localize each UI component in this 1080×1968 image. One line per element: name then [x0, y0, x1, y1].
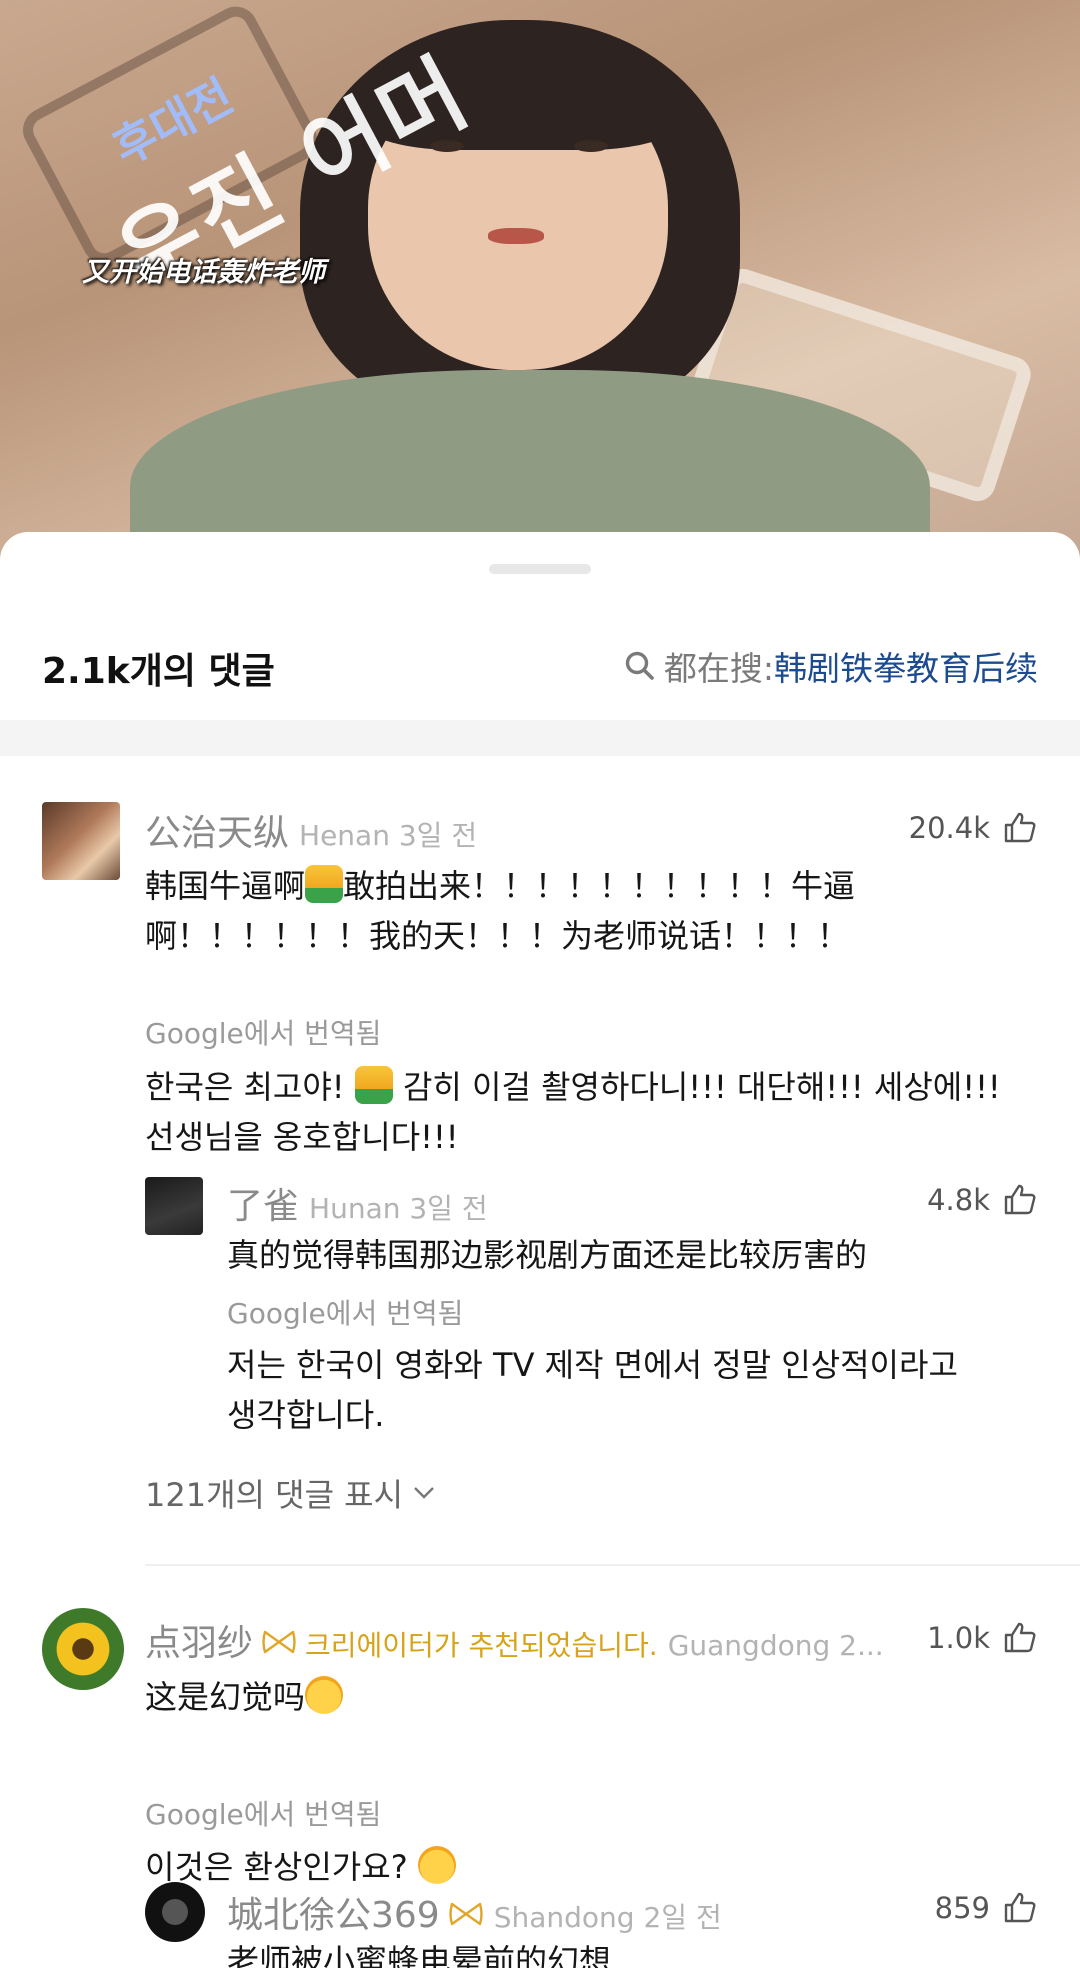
- reply-translated-label: Google에서 번역됨: [227, 1297, 464, 1330]
- comment-text-content: 这是幻觉吗: [145, 1678, 306, 1716]
- translated-label: Google에서 번역됨: [145, 1798, 382, 1831]
- comment-text: 韩国牛逼啊 敢拍出来！！！！！！！！！！牛逼 啊！！！！！！我的天！！！为老师说话…: [145, 861, 1025, 961]
- thumb-up-outline-icon: [1004, 1184, 1036, 1215]
- comment-text-part1: 韩国牛逼啊: [145, 867, 306, 905]
- show-replies-button[interactable]: 121개의 댓글 표시: [145, 1470, 435, 1516]
- drag-handle[interactable]: [489, 564, 591, 574]
- reply-like-button[interactable]: 859: [935, 1890, 1038, 1926]
- comment-header: 2.1k개의 댓글 都在搜: 韩剧铁拳教育后续: [0, 612, 1080, 722]
- reply-meta: 了雀 Hunan 3일 전: [227, 1177, 488, 1229]
- video-player[interactable]: 후대전 우진 어머 又开始电话轰炸老师: [0, 0, 1080, 560]
- reply-translation-line2: 생각합니다.: [227, 1396, 385, 1434]
- reply-username[interactable]: 了雀: [227, 1177, 299, 1229]
- username[interactable]: 公治天纵: [145, 804, 289, 856]
- reply-avatar[interactable]: [145, 1882, 205, 1942]
- comment-sheet: 2.1k개의 댓글 都在搜: 韩剧铁拳教育后续 公治天纵 Henan 3일 전 …: [0, 532, 1080, 1968]
- show-replies-label: 121개의 댓글 표시: [145, 1476, 404, 1514]
- thumb-up-outline-icon: [1004, 812, 1036, 843]
- username[interactable]: 点羽纱: [145, 1614, 253, 1666]
- comment-translation: 이것은 환상인가요?: [145, 1842, 1025, 1892]
- header-divider: [0, 720, 1080, 756]
- like-button[interactable]: 20.4k: [909, 810, 1038, 846]
- location-time: Guangdong 2...: [667, 1629, 884, 1662]
- like-button[interactable]: 1.0k: [927, 1620, 1038, 1656]
- search-topic: 韩剧铁拳教育后续: [774, 649, 1038, 688]
- thumbs-up-emoji-icon: [305, 865, 344, 903]
- video-caption: 又开始电话轰炸老师: [82, 257, 325, 288]
- like-count: 20.4k: [908, 811, 990, 845]
- reply-text: 真的觉得韩国那边影视剧方面还是比较厉害的: [227, 1236, 868, 1274]
- like-count: 1.0k: [927, 1621, 990, 1655]
- translation-content: 이것은 환상인가요?: [145, 1848, 418, 1886]
- avatar[interactable]: [42, 1608, 124, 1690]
- thumb-up-outline-icon: [1004, 1622, 1036, 1653]
- comment-count: 2.1k개의 댓글: [42, 651, 275, 692]
- magnifier-icon: [625, 651, 654, 680]
- bow-icon: [449, 1902, 483, 1926]
- crying-laughing-emoji-icon: [305, 1676, 344, 1714]
- translated-label: Google에서 번역됨: [145, 1017, 382, 1050]
- person-lips: [488, 228, 544, 244]
- reply-like-count: 4.8k: [927, 1183, 990, 1217]
- reply-like-count: 859: [934, 1891, 990, 1925]
- translation-line2: 선생님을 옹호합니다!!!: [145, 1118, 459, 1156]
- reply-location-time: Hunan 3일 전: [309, 1192, 488, 1225]
- comment-meta: 点羽纱 크리에이터가 추천되었습니다. Guangdong 2...: [145, 1614, 884, 1666]
- reply-translation: 저는 한국이 영화와 TV 제작 면에서 정말 인상적이라고 생각합니다.: [227, 1340, 1057, 1440]
- reply-avatar[interactable]: [145, 1177, 203, 1235]
- location-time: Henan 3일 전: [299, 819, 478, 852]
- comment-divider: [145, 1564, 1080, 1566]
- reply-meta: 城北徐公369 Shandong 2일 전: [227, 1886, 722, 1938]
- comment-translation: 한국은 최고야! 감히 이걸 촬영하다니!!! 대단해!!! 세상에!!! 선생…: [145, 1062, 1055, 1162]
- reply-text: 老师被小蜜蜂电晕前的幻想: [227, 1942, 612, 1968]
- trending-search-link[interactable]: 都在搜: 韩剧铁拳教育后续: [622, 642, 1038, 690]
- comment-text-line2: 啊！！！！！！我的天！！！为老师说话！！！！: [145, 917, 850, 955]
- creator-recommended-badge: 크리에이터가 추천되었습니다.: [305, 1629, 658, 1662]
- reply-username[interactable]: 城北徐公369: [227, 1886, 440, 1938]
- reply-translation-line1: 저는 한국이 영화와 TV 제작 면에서 정말 인상적이라고: [227, 1346, 958, 1384]
- avatar[interactable]: [42, 802, 120, 880]
- comment-text-part2: 敢拍出来！！！！！！！！！！牛逼: [343, 867, 856, 905]
- reply-location-time: Shandong 2일 전: [493, 1901, 722, 1934]
- crying-laughing-emoji-icon: [417, 1846, 456, 1884]
- search-prefix: 都在搜:: [663, 649, 774, 688]
- comment-text: 这是幻觉吗: [145, 1672, 1025, 1722]
- translation-part2: 감히 이걸 촬영하다니!!! 대단해!!! 세상에!!!: [392, 1068, 1001, 1106]
- bow-icon: [262, 1630, 296, 1654]
- thumb-up-outline-icon: [1004, 1892, 1036, 1923]
- translation-part1: 한국은 최고야!: [145, 1068, 355, 1106]
- thumbs-up-emoji-icon: [354, 1066, 393, 1104]
- comment-meta: 公治天纵 Henan 3일 전: [145, 804, 477, 856]
- person-eye-right: [574, 140, 608, 152]
- reply-like-button[interactable]: 4.8k: [927, 1182, 1038, 1218]
- chevron-down-icon: [414, 1487, 434, 1499]
